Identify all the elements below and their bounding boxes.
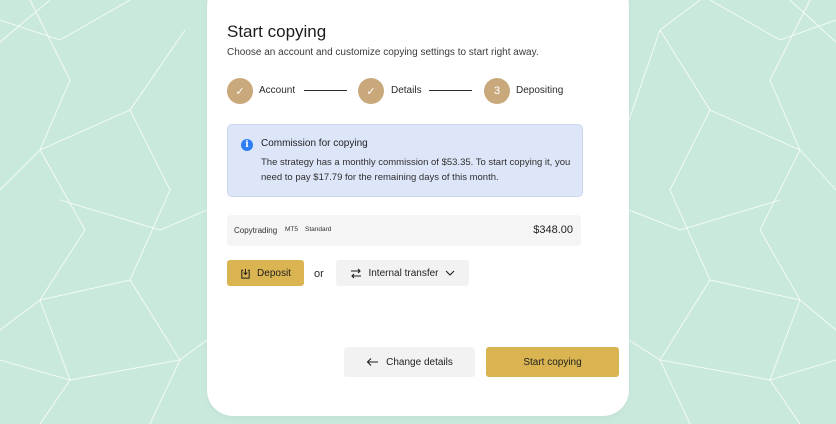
info-icon: i xyxy=(241,139,253,151)
deposit-icon xyxy=(240,268,251,279)
arrow-left-icon xyxy=(366,357,379,367)
start-copying-button[interactable]: Start copying xyxy=(486,347,619,377)
transfer-label: Internal transfer xyxy=(368,267,439,279)
account-name: Copytrading xyxy=(234,226,278,235)
change-details-label: Change details xyxy=(386,356,453,368)
progress-stepper: ✓ Account ✓ Details 3 Depositing xyxy=(227,78,587,104)
step-3-number: 3 xyxy=(484,78,510,104)
start-copying-dialog: Start copying Choose an account and cust… xyxy=(207,0,629,416)
notice-text: The strategy has a monthly commission of… xyxy=(261,157,571,183)
step-connector xyxy=(429,90,472,91)
dialog-title: Start copying xyxy=(227,22,327,41)
change-details-button[interactable]: Change details xyxy=(344,347,475,377)
account-type: Standard xyxy=(305,226,332,233)
deposit-label: Deposit xyxy=(257,267,291,279)
start-copying-label: Start copying xyxy=(523,356,582,368)
notice-title: Commission for copying xyxy=(261,138,368,149)
or-separator: or xyxy=(314,268,324,280)
step-3-label: Depositing xyxy=(516,85,564,96)
dialog-subtitle: Choose an account and customize copying … xyxy=(227,47,539,58)
step-1-check-icon: ✓ xyxy=(227,78,253,104)
chevron-down-icon xyxy=(445,270,455,276)
step-1-label: Account xyxy=(259,85,296,96)
step-2-check-icon: ✓ xyxy=(358,78,384,104)
account-platform: MT5 xyxy=(285,226,298,233)
deposit-button[interactable]: Deposit xyxy=(227,260,304,286)
step-connector xyxy=(304,90,347,91)
transfer-arrows-icon xyxy=(350,268,362,279)
commission-notice: i Commission for copying The strategy ha… xyxy=(227,124,583,197)
account-balance: $348.00 xyxy=(533,224,573,236)
step-2-label: Details xyxy=(391,85,422,96)
internal-transfer-dropdown[interactable]: Internal transfer xyxy=(336,260,469,286)
selected-account: Copytrading MT5 Standard $348.00 xyxy=(227,215,581,246)
